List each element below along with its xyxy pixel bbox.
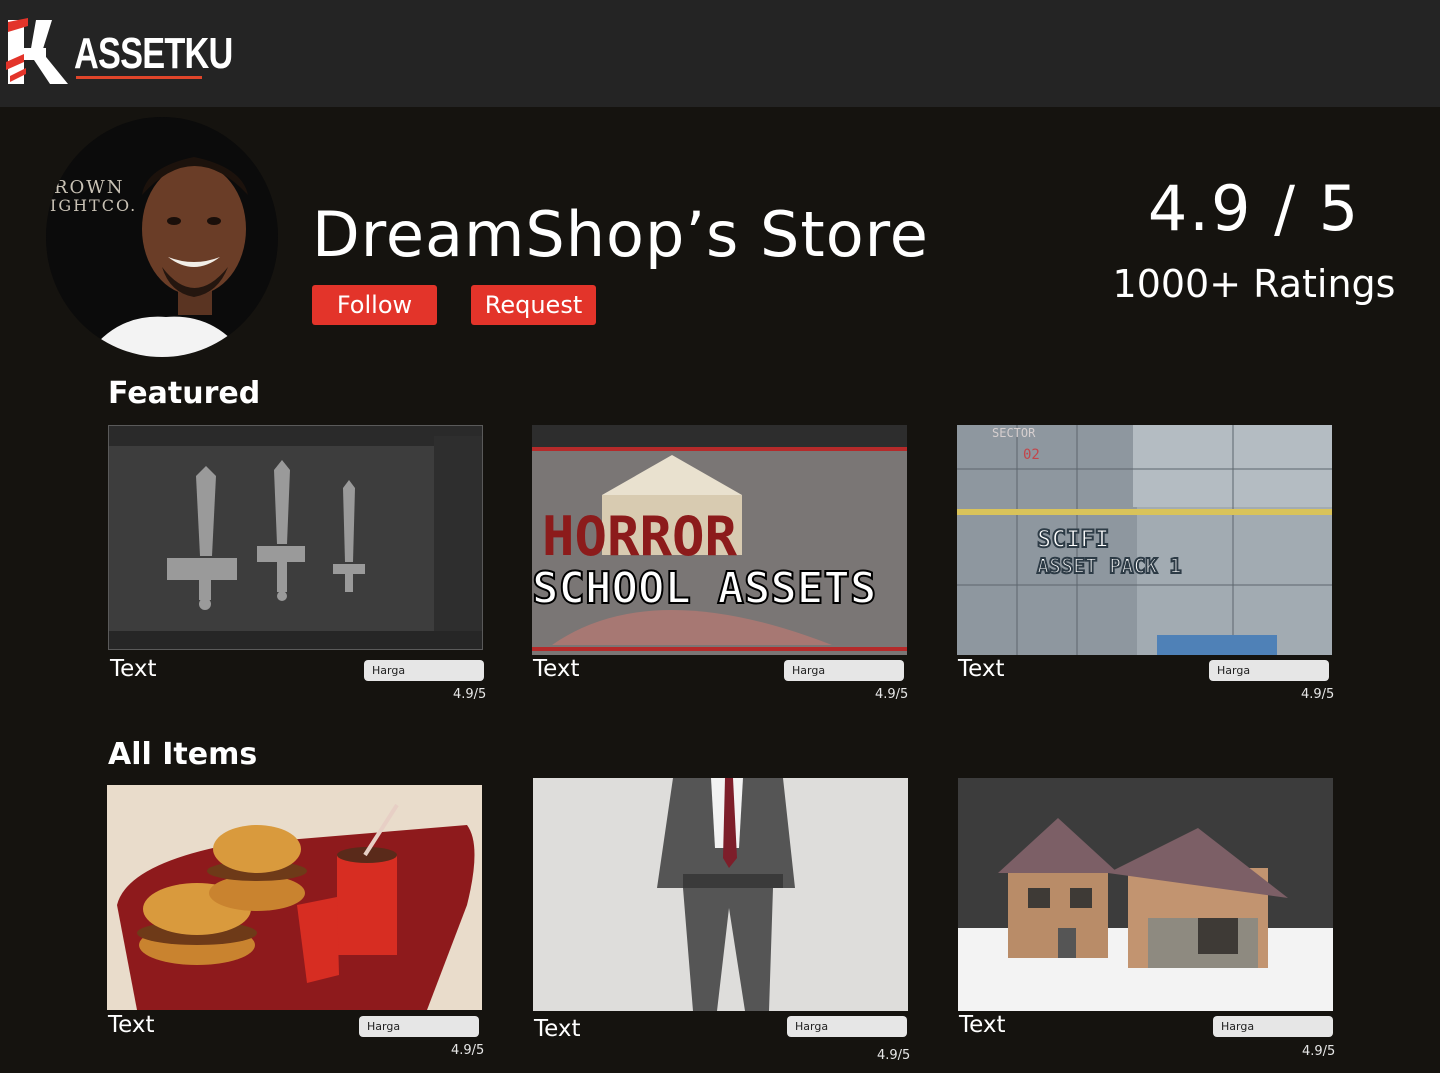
assetku-logo[interactable]: ASSETKU xyxy=(6,16,233,88)
all-item-1-rating: 4.9/5 xyxy=(451,1043,485,1058)
featured-item-3-title[interactable]: Text xyxy=(958,656,1005,682)
avatar-backdrop-text-1: ROWN xyxy=(54,177,125,198)
all-items-section-title: All Items xyxy=(108,737,258,772)
featured-item-2-rating: 4.9/5 xyxy=(875,687,909,702)
store-name: DreamShop’s Store xyxy=(312,198,929,271)
scifi-banner-line2: ASSET PACK 1 xyxy=(1037,554,1182,578)
all-item-1-price: Harga xyxy=(359,1016,479,1037)
logo-underline xyxy=(76,76,202,79)
featured-item-1-rating: 4.9/5 xyxy=(453,687,487,702)
thumbnail-image xyxy=(958,778,1333,1011)
all-item-3-price: Harga xyxy=(1213,1016,1333,1037)
avatar-portrait: ROWN IGHTCO. xyxy=(46,117,278,357)
scifi-sign-number: 02 xyxy=(1023,447,1040,463)
horror-banner-line2: SCHOOL ASSETS xyxy=(532,563,876,614)
avatar-backdrop-text-2: IGHTCO. xyxy=(50,196,137,215)
logo-wordmark: ASSETKU xyxy=(74,29,233,78)
all-item-1-title[interactable]: Text xyxy=(108,1012,155,1038)
thumbnail-image xyxy=(109,426,482,649)
horror-school-assets-thumbnail[interactable]: HORROR SCHOOL ASSETS xyxy=(532,425,907,655)
all-item-3-rating: 4.9/5 xyxy=(1302,1044,1336,1059)
businessman-model-thumbnail[interactable] xyxy=(533,778,908,1011)
thumbnail-image xyxy=(107,785,482,1010)
featured-item-1-price: Harga xyxy=(364,660,484,681)
thumbnail-image: HORROR SCHOOL ASSETS xyxy=(532,425,907,655)
thumbnail-image: SECTOR 02 SCIFI ASSET PACK 1 xyxy=(957,425,1332,655)
scifi-banner-line1: SCIFI xyxy=(1037,525,1109,553)
store-rating: 4.9 / 5 xyxy=(1147,172,1361,245)
scifi-asset-pack-thumbnail[interactable]: SECTOR 02 SCIFI ASSET PACK 1 xyxy=(957,425,1332,655)
store-avatar[interactable]: ROWN IGHTCO. xyxy=(46,117,278,357)
thumbnail-image xyxy=(533,778,908,1011)
featured-item-2-title[interactable]: Text xyxy=(533,656,580,682)
all-item-2-rating: 4.9/5 xyxy=(877,1048,911,1063)
store-rating-count: 1000+ Ratings xyxy=(1112,262,1396,306)
all-item-2-title[interactable]: Text xyxy=(534,1016,581,1042)
featured-section-title: Featured xyxy=(108,376,261,411)
featured-item-2-price: Harga xyxy=(784,660,904,681)
horror-banner-line1: HORROR xyxy=(542,505,738,568)
blender-swords-thumbnail[interactable] xyxy=(108,425,483,650)
burger-meal-thumbnail[interactable] xyxy=(107,785,482,1010)
logo-mark-icon xyxy=(6,18,68,84)
featured-item-3-rating: 4.9/5 xyxy=(1301,687,1335,702)
top-navigation-bar: ASSETKU xyxy=(0,0,1440,107)
all-item-2-price: Harga xyxy=(787,1016,907,1037)
follow-button[interactable]: Follow xyxy=(312,285,437,325)
request-button[interactable]: Request xyxy=(471,285,596,325)
featured-item-3-price: Harga xyxy=(1209,660,1329,681)
house-model-thumbnail[interactable] xyxy=(958,778,1333,1011)
scifi-sign: SECTOR xyxy=(992,426,1036,440)
all-item-3-title[interactable]: Text xyxy=(959,1012,1006,1038)
featured-item-1-title[interactable]: Text xyxy=(110,656,157,682)
